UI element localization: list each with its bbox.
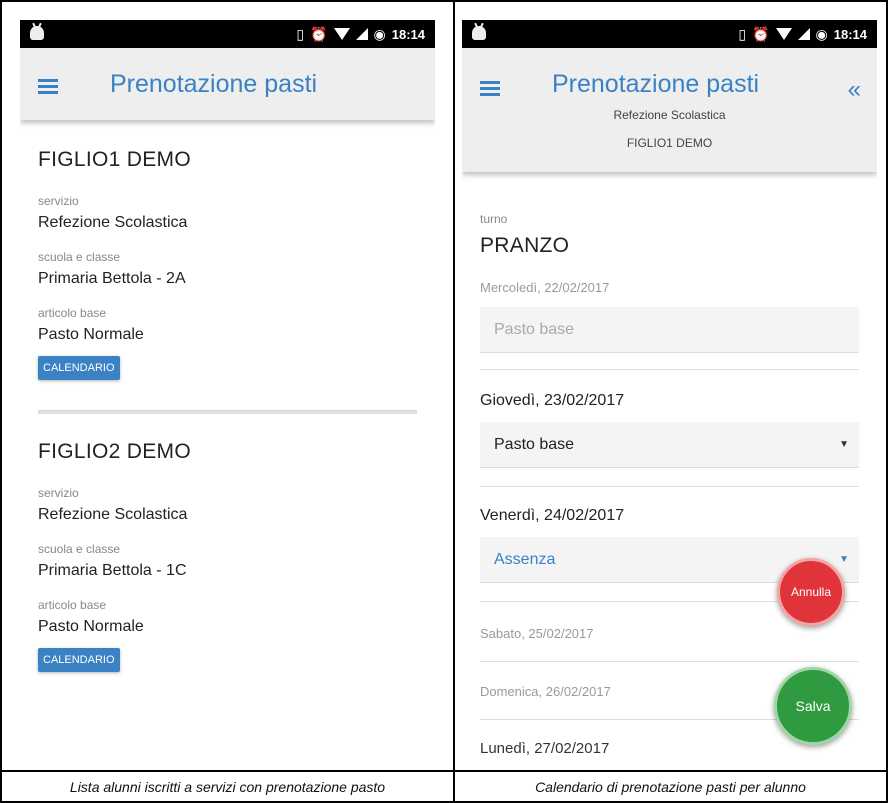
- meal-select-value: Assenza: [494, 551, 556, 568]
- status-icons: ▯ ⏰ ◉ 18:14: [738, 20, 867, 48]
- sync-icon: ◉: [815, 26, 828, 42]
- turno-label: turno: [480, 212, 508, 226]
- app-bar: Prenotazione pasti: [20, 48, 435, 120]
- app-title: Prenotazione pasti: [552, 70, 760, 98]
- day-divider: [480, 369, 859, 370]
- wifi-icon: [775, 28, 792, 40]
- turno-value: PRANZO: [480, 234, 570, 257]
- articolo-value: Pasto Normale: [38, 326, 144, 343]
- dropdown-caret-icon: ▼: [839, 439, 849, 450]
- scuola-label: scuola e classe: [38, 542, 121, 556]
- status-icons: ▯ ⏰ ◉ 18:14: [296, 20, 425, 48]
- student-card: FIGLIO1 DEMO servizio Refezione Scolasti…: [38, 148, 417, 380]
- scuola-label: scuola e classe: [38, 250, 121, 264]
- android-icon: [30, 26, 44, 40]
- vibrate-icon: ▯: [296, 26, 305, 42]
- student-name: FIGLIO1 DEMO: [38, 148, 191, 171]
- articolo-label: articolo base: [38, 598, 107, 612]
- status-bar: ▯ ⏰ ◉ 18:14: [462, 20, 877, 48]
- day-divider: [480, 486, 859, 487]
- signal-icon: [797, 28, 810, 40]
- servizio-label: servizio: [38, 194, 79, 208]
- status-time: 18:14: [833, 26, 867, 42]
- day-date: Venerdì, 24/02/2017: [480, 507, 625, 524]
- app-title: Prenotazione pasti: [110, 70, 318, 98]
- vibrate-icon: ▯: [738, 26, 747, 42]
- servizio-label: servizio: [38, 486, 79, 500]
- android-icon: [472, 26, 486, 40]
- card-separator: [38, 410, 417, 414]
- student-name: FIGLIO2 DEMO: [38, 440, 191, 463]
- day-date: Sabato, 25/02/2017: [480, 626, 594, 641]
- back-chevron-icon[interactable]: «: [848, 76, 861, 104]
- day-date: Giovedì, 23/02/2017: [480, 392, 625, 409]
- status-time: 18:14: [391, 26, 425, 42]
- day-date: Mercoledì, 22/02/2017: [480, 280, 610, 295]
- scuola-value: Primaria Bettola - 1C: [38, 562, 187, 579]
- signal-icon: [355, 28, 368, 40]
- scuola-value: Primaria Bettola - 2A: [38, 270, 186, 287]
- child-subtitle: FIGLIO1 DEMO: [626, 136, 713, 150]
- service-subtitle: Refezione Scolastica: [613, 108, 726, 122]
- annulla-button[interactable]: Annulla: [777, 558, 845, 626]
- alarm-icon: ⏰: [310, 26, 328, 42]
- status-bar: ▯ ⏰ ◉ 18:14: [20, 20, 435, 48]
- alarm-icon: ⏰: [752, 26, 770, 42]
- articolo-label: articolo base: [38, 306, 107, 320]
- student-card: FIGLIO2 DEMO servizio Refezione Scolasti…: [38, 440, 417, 672]
- vertical-divider: [453, 0, 455, 803]
- left-caption: Lista alunni iscritti a servizi con pren…: [69, 779, 386, 795]
- servizio-value: Refezione Scolastica: [38, 506, 188, 523]
- menu-icon[interactable]: [480, 81, 500, 96]
- sync-icon: ◉: [373, 26, 386, 42]
- servizio-value: Refezione Scolastica: [38, 214, 188, 231]
- salva-button[interactable]: Salva: [774, 667, 852, 745]
- meal-select: Pasto base: [480, 307, 859, 353]
- student-list: FIGLIO1 DEMO servizio Refezione Scolasti…: [20, 120, 435, 672]
- articolo-value: Pasto Normale: [38, 618, 144, 635]
- app-bar: Prenotazione pasti « Refezione Scolastic…: [462, 48, 877, 172]
- day-divider: [480, 661, 859, 662]
- wifi-icon: [333, 28, 350, 40]
- meal-select[interactable]: Pasto base ▼: [480, 422, 859, 468]
- menu-icon[interactable]: [38, 79, 58, 94]
- meal-select-value: Pasto base: [494, 436, 575, 453]
- right-caption: Calendario di prenotazione pasti per alu…: [535, 779, 806, 795]
- right-phone-screen: ▯ ⏰ ◉ 18:14 Prenotazione pasti « Refezio…: [462, 20, 877, 770]
- calendario-button[interactable]: CALENDARIO: [38, 648, 120, 672]
- calendario-button[interactable]: CALENDARIO: [38, 356, 120, 380]
- left-phone-screen: ▯ ⏰ ◉ 18:14 Prenotazione pasti FIGLIO1 D…: [20, 20, 435, 770]
